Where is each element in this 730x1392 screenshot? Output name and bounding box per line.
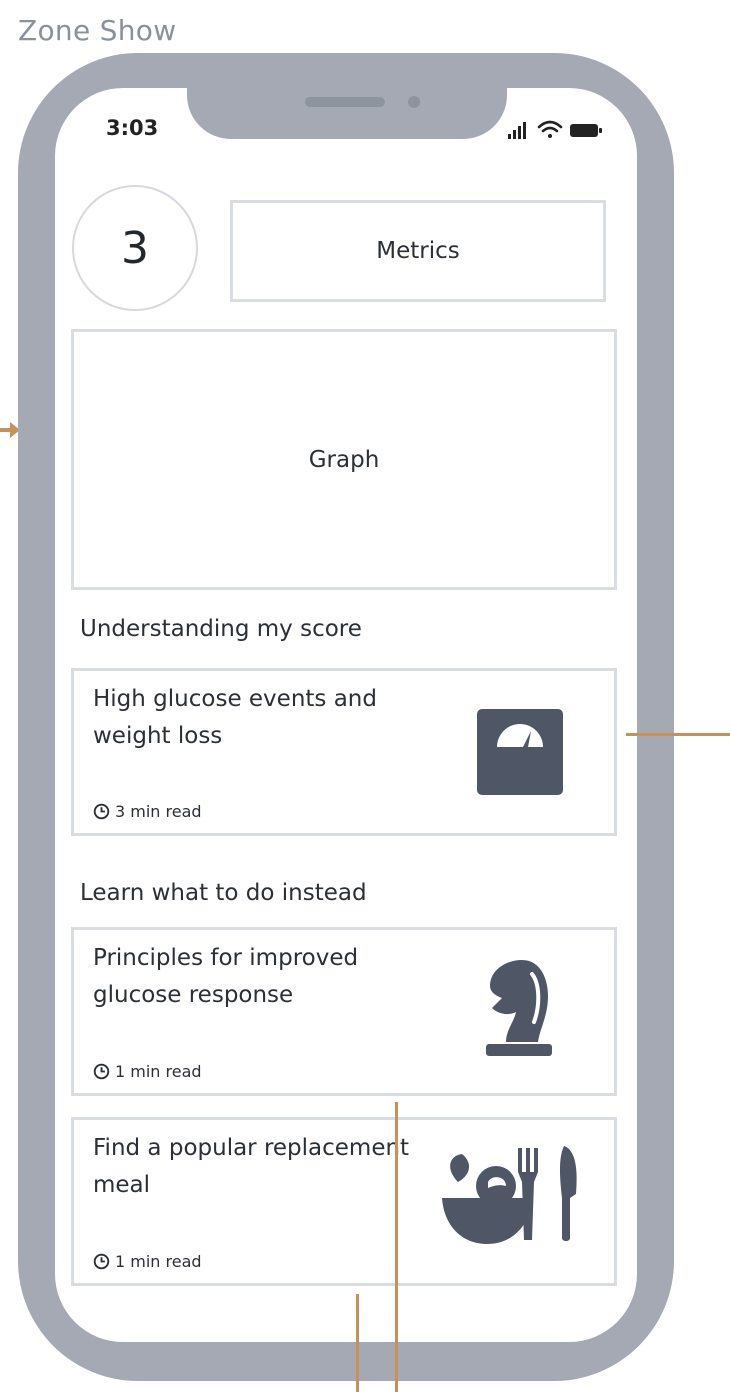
- card-title: Principles for improved glucose response: [93, 945, 359, 1008]
- board-title: Zone Show: [18, 14, 177, 47]
- clock-icon: [93, 1253, 110, 1270]
- phone-notch: [187, 53, 507, 139]
- battery-icon: [570, 124, 602, 137]
- connector-line-right: [626, 733, 730, 736]
- read-time: 3 min read: [93, 802, 202, 821]
- article-card-principles[interactable]: Principles for improved glucose response…: [71, 927, 617, 1096]
- clock-icon: [93, 803, 110, 820]
- metrics-panel[interactable]: Metrics: [230, 200, 606, 302]
- article-card-replacement-meal[interactable]: Find a popular replacement meal 1 min re…: [71, 1117, 617, 1286]
- phone-camera: [408, 96, 420, 108]
- phone-speaker: [305, 97, 385, 107]
- read-time-label: 3 min read: [115, 802, 202, 821]
- meal-icon: [442, 1146, 577, 1244]
- wifi-icon: [537, 120, 563, 138]
- read-time-label: 1 min read: [115, 1252, 202, 1271]
- section-title-understanding: Understanding my score: [80, 616, 362, 642]
- connector-line-bottom: [356, 1294, 359, 1392]
- status-time: 3:03: [106, 116, 159, 140]
- clock-icon: [93, 1063, 110, 1080]
- read-time-label: 1 min read: [115, 1062, 202, 1081]
- section-title-learn: Learn what to do instead: [80, 880, 367, 906]
- connector-line-center: [395, 1102, 398, 1392]
- chess-knight-icon: [486, 960, 552, 1056]
- card-title: Find a popular replacement meal: [93, 1135, 410, 1198]
- card-title: High glucose events and weight loss: [93, 686, 377, 749]
- read-time: 1 min read: [93, 1252, 202, 1271]
- scale-icon: [477, 709, 563, 795]
- score-badge[interactable]: 3: [72, 185, 198, 311]
- status-icons: [508, 120, 602, 139]
- read-time: 1 min read: [93, 1062, 202, 1081]
- article-card-glucose-events[interactable]: High glucose events and weight loss 3 mi…: [71, 668, 617, 836]
- graph-panel[interactable]: Graph: [71, 329, 617, 590]
- signal-icon: [508, 122, 526, 139]
